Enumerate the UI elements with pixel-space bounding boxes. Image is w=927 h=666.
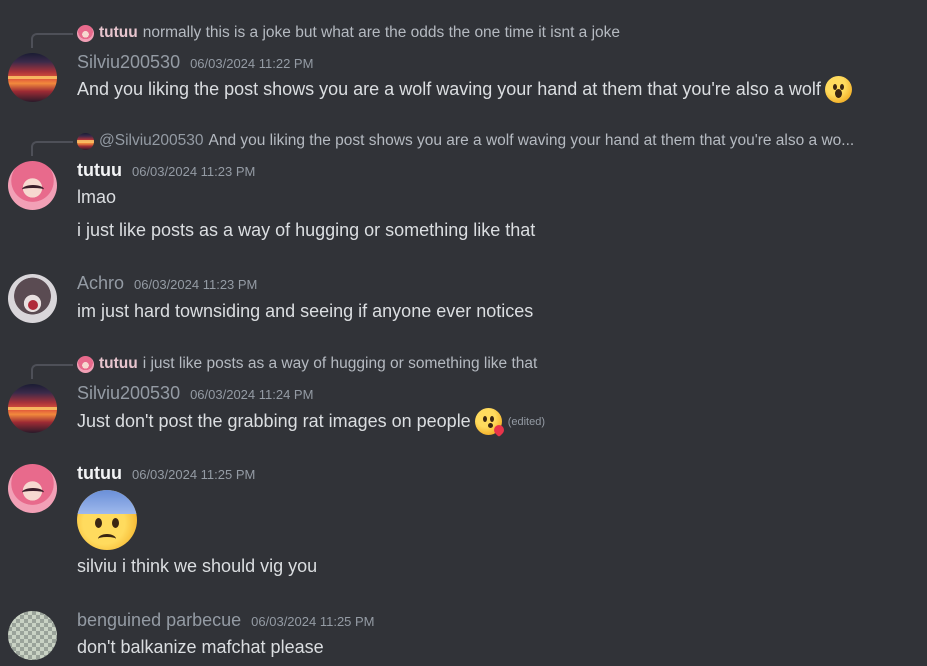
reply-author[interactable]: tutuu: [99, 355, 138, 373]
avatar[interactable]: [8, 274, 57, 323]
username[interactable]: Silviu200530: [77, 52, 180, 73]
message-header: tutuu 06/03/2024 11:25 PM: [77, 463, 255, 484]
timestamp: 06/03/2024 11:22 PM: [190, 56, 314, 71]
reply-preview[interactable]: tutuu i just like posts as a way of hugg…: [77, 354, 537, 374]
avatar[interactable]: [8, 464, 57, 513]
reply-author[interactable]: tutuu: [99, 24, 138, 42]
username[interactable]: benguined parbecue: [77, 610, 241, 631]
avatar[interactable]: [8, 161, 57, 210]
timestamp: 06/03/2024 11:23 PM: [134, 277, 258, 292]
reply-text[interactable]: And you liking the post shows you are a …: [209, 132, 855, 150]
message-text: lmao: [77, 187, 117, 207]
message-content: And you liking the post shows you are a …: [77, 76, 852, 103]
message-header: tutuu 06/03/2024 11:23 PM: [77, 160, 255, 181]
timestamp: 06/03/2024 11:24 PM: [190, 387, 314, 402]
reply-avatar: [77, 24, 94, 42]
reply-preview[interactable]: @Silviu200530 And you liking the post sh…: [77, 131, 854, 151]
avatar[interactable]: [8, 611, 57, 660]
reply-text[interactable]: normally this is a joke but what are the…: [143, 24, 620, 42]
reply-spine: [31, 364, 73, 379]
reply-preview[interactable]: tutuu normally this is a joke but what a…: [77, 23, 620, 43]
edited-label: (edited): [507, 415, 545, 428]
message-content: Just don't post the grabbing rat images …: [77, 408, 545, 438]
timestamp: 06/03/2024 11:25 PM: [131, 467, 256, 482]
message-header: benguined parbecue 06/03/2024 11:25 PM: [77, 610, 375, 631]
username[interactable]: tutuu: [77, 463, 122, 484]
anxious-face-emoji: [77, 490, 137, 550]
hushed-face-emoji: [824, 76, 852, 103]
message-text: Just don't post the grabbing rat images …: [77, 411, 471, 431]
reply-mention[interactable]: @Silviu200530: [99, 132, 204, 150]
username[interactable]: Achro: [77, 273, 124, 294]
reply-avatar: [77, 132, 94, 150]
username[interactable]: tutuu: [77, 160, 122, 181]
reply-text[interactable]: i just like posts as a way of hugging or…: [143, 355, 538, 373]
username[interactable]: Silviu200530: [77, 383, 180, 404]
reply-avatar: [77, 355, 94, 373]
message-text: im just hard townsiding and seeing if an…: [77, 301, 534, 321]
message-text: don't balkanize mafchat please: [77, 637, 324, 657]
avatar[interactable]: [8, 53, 57, 102]
message-header: Silviu200530 06/03/2024 11:24 PM: [77, 383, 313, 404]
message-text: silviu i think we should vig you: [77, 556, 318, 576]
avatar[interactable]: [8, 384, 57, 433]
message-text: And you liking the post shows you are a …: [77, 79, 821, 99]
message-header: Achro 06/03/2024 11:23 PM: [77, 273, 257, 294]
timestamp: 06/03/2024 11:23 PM: [131, 164, 256, 179]
message-text: i just like posts as a way of hugging or…: [77, 220, 536, 240]
message-header: Silviu200530 06/03/2024 11:22 PM: [77, 52, 313, 73]
kissing-face-emoji: [474, 408, 506, 438]
timestamp: 06/03/2024 11:25 PM: [251, 614, 375, 629]
reply-spine: [31, 33, 73, 48]
reply-spine: [31, 141, 73, 156]
